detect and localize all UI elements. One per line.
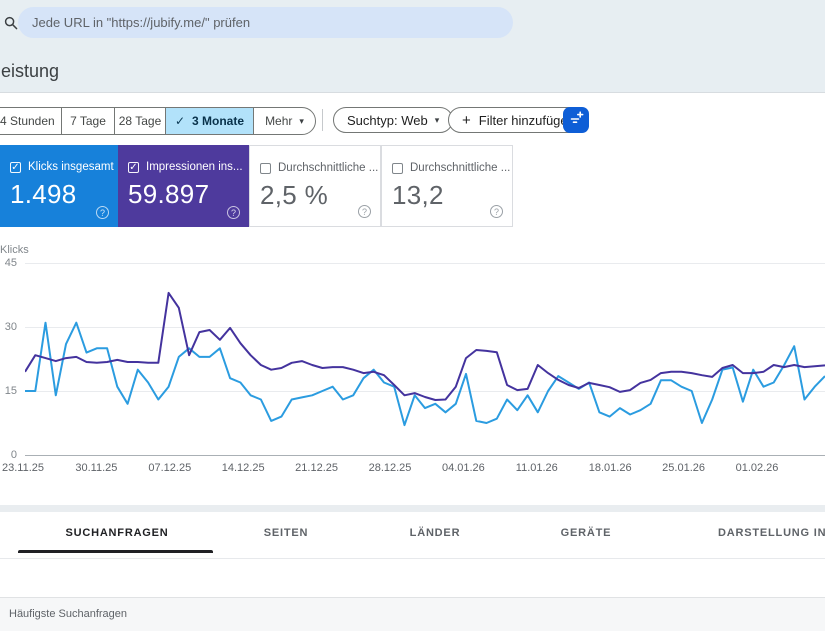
metric-value: 2,5 %	[260, 180, 328, 211]
gridline-y-0	[25, 455, 825, 456]
top-header-band: Jede URL in "https://jubify.me/" prüfen …	[0, 0, 825, 93]
chart-plot	[25, 263, 825, 455]
y-tick-label: 0	[0, 449, 17, 461]
help-icon[interactable]: ?	[96, 206, 109, 219]
checkbox-checked-icon[interactable]: ✓	[10, 162, 21, 173]
checkbox-checked-icon[interactable]: ✓	[128, 162, 139, 173]
segment-label: 7 Tage	[70, 114, 106, 128]
y-tick-label: 45	[0, 257, 17, 269]
x-tick-label: 23.11.25	[0, 462, 53, 474]
segment-label: 3 Monate	[192, 114, 244, 128]
x-tick-label: 11.01.26	[507, 462, 567, 474]
x-tick-label: 30.11.25	[66, 462, 126, 474]
metric-label: Klicks insgesamt	[28, 161, 114, 173]
x-tick-label: 04.01.26	[433, 462, 493, 474]
clicks-metric-card[interactable]: ✓ Klicks insgesamt 1.498 ?	[0, 145, 118, 227]
help-icon[interactable]: ?	[490, 205, 503, 218]
date-range-24-hours[interactable]: 24 Stunden	[0, 108, 62, 134]
x-tick-label: 07.12.25	[140, 462, 200, 474]
segment-label: Mehr	[265, 114, 292, 128]
tab-laender[interactable]: LÄNDER	[410, 527, 461, 539]
impressions-line	[25, 293, 825, 400]
tab-suchanfragen[interactable]: SUCHANFRAGEN	[65, 527, 168, 539]
performance-chart: Klicks 45 30 15 023.11.25 30.11.25 07.12.25 14…	[0, 240, 825, 490]
queries-table-header-row: Häufigste Suchanfragen	[0, 597, 825, 631]
metric-label: Durchschnittliche ...	[410, 162, 510, 174]
chip-label: Filter hinzufügen	[479, 113, 575, 128]
avg-ctr-metric-card[interactable]: Durchschnittliche ... 2,5 % ?	[249, 145, 381, 227]
clicks-line	[25, 323, 825, 425]
x-tick-label: 18.01.26	[580, 462, 640, 474]
date-range-more-menu[interactable]: Mehr ▾	[254, 108, 315, 134]
date-range-3-months-selected[interactable]: ✓ 3 Monate	[166, 108, 254, 134]
segment-label: 28 Tage	[119, 114, 162, 128]
tab-seiten[interactable]: SEITEN	[264, 527, 309, 539]
date-range-7-days[interactable]: 7 Tage	[62, 108, 115, 134]
chevron-down-icon: ▾	[435, 115, 440, 126]
tab-darstellung-in-der-suche[interactable]: DARSTELLUNG IN DER SUCHE	[718, 527, 825, 539]
segment-label: 24 Stunden	[0, 114, 55, 128]
metric-value: 1.498	[10, 179, 77, 210]
date-range-28-days[interactable]: 28 Tage	[115, 108, 166, 134]
search-icon	[4, 16, 18, 30]
checkbox-unchecked-icon[interactable]	[260, 163, 271, 174]
x-tick-label: 14.12.25	[213, 462, 273, 474]
saved-filters-button[interactable]	[563, 107, 589, 133]
x-tick-label: 25.01.26	[654, 462, 714, 474]
section-gap	[0, 505, 825, 512]
toolbar-divider	[322, 109, 323, 131]
tab-geraete[interactable]: GERÄTE	[561, 527, 612, 539]
chip-label: Suchtyp: Web	[347, 113, 428, 128]
metric-value: 13,2	[392, 180, 444, 211]
metric-label: Impressionen ins...	[146, 161, 243, 173]
avg-position-metric-card[interactable]: Durchschnittliche ... 13,2 ?	[381, 145, 513, 227]
page-title: eistung	[1, 61, 59, 82]
active-tab-underline	[18, 550, 213, 553]
x-tick-label: 21.12.25	[287, 462, 347, 474]
x-tick-label: 01.02.26	[727, 462, 787, 474]
y-tick-label: 30	[0, 321, 17, 333]
date-range-segmented-control: 24 Stunden 7 Tage 28 Tage ✓ 3 Monate Meh…	[0, 107, 316, 135]
x-tick-label: 28.12.25	[360, 462, 420, 474]
dimensions-panel: SUCHANFRAGEN SEITEN LÄNDER GERÄTE DARSTE…	[0, 512, 825, 630]
metric-value: 59.897	[128, 179, 209, 210]
checkbox-unchecked-icon[interactable]	[392, 163, 403, 174]
search-placeholder-text: Jede URL in "https://jubify.me/" prüfen	[32, 7, 513, 38]
impressions-metric-card[interactable]: ✓ Impressionen ins... 59.897 ?	[118, 145, 249, 227]
tabs-divider	[0, 558, 825, 559]
search-type-chip[interactable]: Suchtyp: Web ▾	[333, 107, 453, 133]
help-icon[interactable]: ?	[358, 205, 371, 218]
url-inspection-search-input[interactable]: Jede URL in "https://jubify.me/" prüfen	[18, 7, 513, 38]
filter-tune-icon	[569, 110, 584, 130]
y-tick-label: 15	[0, 385, 17, 397]
queries-table-header-label: Häufigste Suchanfragen	[9, 608, 127, 620]
plus-icon: +	[462, 112, 471, 129]
check-icon: ✓	[175, 114, 185, 128]
y-axis-title: Klicks	[0, 244, 29, 256]
chevron-down-icon: ▾	[299, 116, 304, 127]
help-icon[interactable]: ?	[227, 206, 240, 219]
metric-label: Durchschnittliche ...	[278, 162, 378, 174]
